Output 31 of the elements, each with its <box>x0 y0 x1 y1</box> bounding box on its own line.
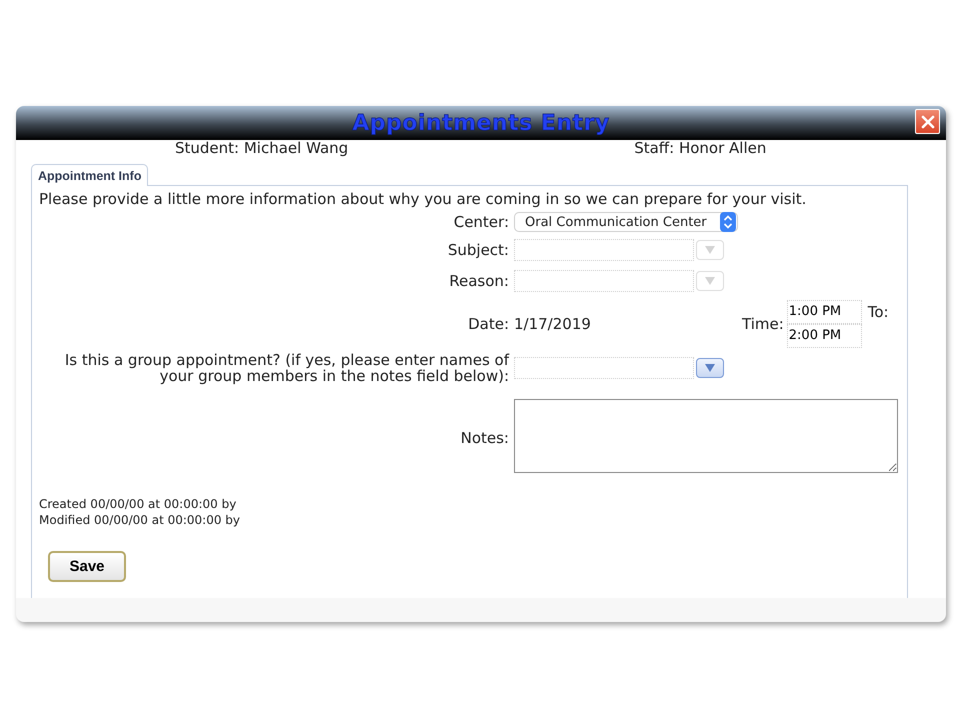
center-dropdown[interactable]: Oral Communication Center <box>514 212 738 232</box>
close-button[interactable] <box>915 109 940 134</box>
time-field[interactable]: 2:00 PM <box>786 324 862 348</box>
field-label: Time: <box>742 315 784 333</box>
combo-field[interactable] <box>514 270 694 292</box>
field-label: Is this a group appointment? (if yes, please enter names of your group members in the notes field below): <box>64 352 509 384</box>
field-label: Center: <box>452 214 509 230</box>
dropdown-button[interactable] <box>696 358 724 378</box>
combo-field[interactable] <box>514 357 694 379</box>
intro-text: Please provide a little more information about why you are coming in so we can prepare for your visit. <box>39 190 808 208</box>
caret-icon <box>704 363 716 373</box>
date-value: 1/17/2019 <box>514 315 592 333</box>
combo-field[interactable] <box>514 238 694 260</box>
tab[interactable]: Appointment Info <box>31 164 148 186</box>
staff-name: Staff: Honor Allen <box>634 140 766 156</box>
close-icon <box>920 114 936 130</box>
field-label: Date: <box>467 316 509 332</box>
audit-text: Created 00/00/00 at 00:00:00 by <box>39 496 238 512</box>
field-label: Reason: <box>448 272 509 288</box>
audit-text: Modified 00/00/00 at 00:00:00 by <box>39 512 242 528</box>
save-button[interactable]: Save <box>48 551 126 582</box>
field-label: Notes: <box>460 430 509 446</box>
caret-icon <box>704 276 716 286</box>
field-label: Subject: <box>446 242 509 258</box>
field-label: To: <box>868 303 889 321</box>
updown-icon <box>720 212 736 232</box>
notes-field[interactable] <box>514 399 898 473</box>
student-name: Student: Michael Wang <box>175 140 348 156</box>
caret-icon <box>704 244 716 254</box>
time-field[interactable]: 1:00 PM <box>786 300 862 324</box>
window-title: Appointments Entry <box>352 110 610 136</box>
